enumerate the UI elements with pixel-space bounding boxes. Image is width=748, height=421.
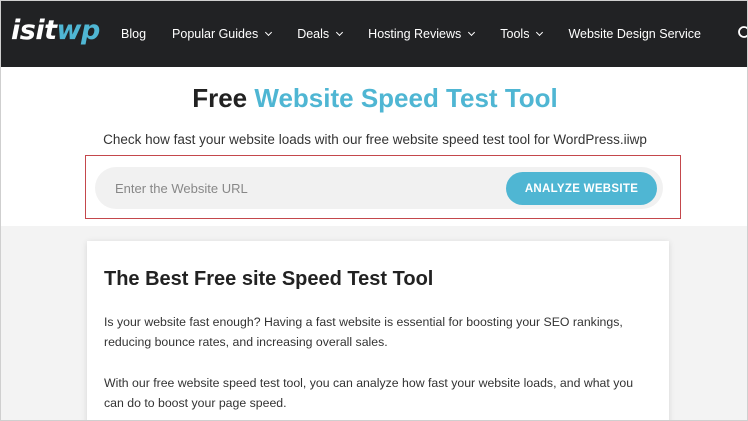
page-title: Free Website Speed Test Tool [1,83,747,114]
nav-item-label: Hosting Reviews [368,27,462,41]
chevron-down-icon [536,28,544,37]
nav-item-tools[interactable]: Tools [500,27,544,41]
analyze-website-button[interactable]: ANALYZE WEBSITE [506,172,657,205]
card-paragraph-2: With our free website speed test tool, y… [104,376,634,410]
url-input[interactable] [115,167,495,209]
nav-item-popular-guides[interactable]: Popular Guides [172,27,273,41]
logo-text-part2: wp [56,15,101,46]
page-subtitle: Check how fast your website loads with o… [103,132,647,147]
card-title: The Best Free site Speed Test Tool [104,268,434,290]
search-icon[interactable] [737,25,747,43]
chevron-down-icon [265,28,273,37]
nav-item-label: Tools [500,27,530,41]
title-prefix: Free [192,83,255,113]
nav-item-label: Blog [121,27,147,41]
card-paragraph-1: Is your website fast enough? Having a fa… [104,315,623,349]
nav-item-hosting-reviews[interactable]: Hosting Reviews [368,27,476,41]
nav-item-blog[interactable]: Blog [121,27,146,41]
url-form: ANALYZE WEBSITE [95,167,663,209]
site-logo[interactable]: isitwp [11,15,100,46]
nav-item-label: Deals [297,27,330,41]
content-card: The Best Free site Speed Test Tool Is yo… [87,241,669,420]
chevron-down-icon [468,28,476,37]
logo-text-part1: isit [11,15,57,46]
chevron-down-icon [336,28,344,37]
page-frame: isitwp Blog Popular Guides Deals Hosting… [0,0,748,421]
top-navbar: isitwp Blog Popular Guides Deals Hosting… [1,1,747,67]
nav-item-website-design-service[interactable]: Website Design Service [568,27,700,41]
title-accent: Website Speed Test Tool [254,83,558,113]
nav-item-deals[interactable]: Deals [297,27,344,41]
main-nav: Blog Popular Guides Deals Hosting Review… [121,1,727,67]
nav-item-label: Popular Guides [172,27,259,41]
nav-item-label: Website Design Service [568,27,701,41]
